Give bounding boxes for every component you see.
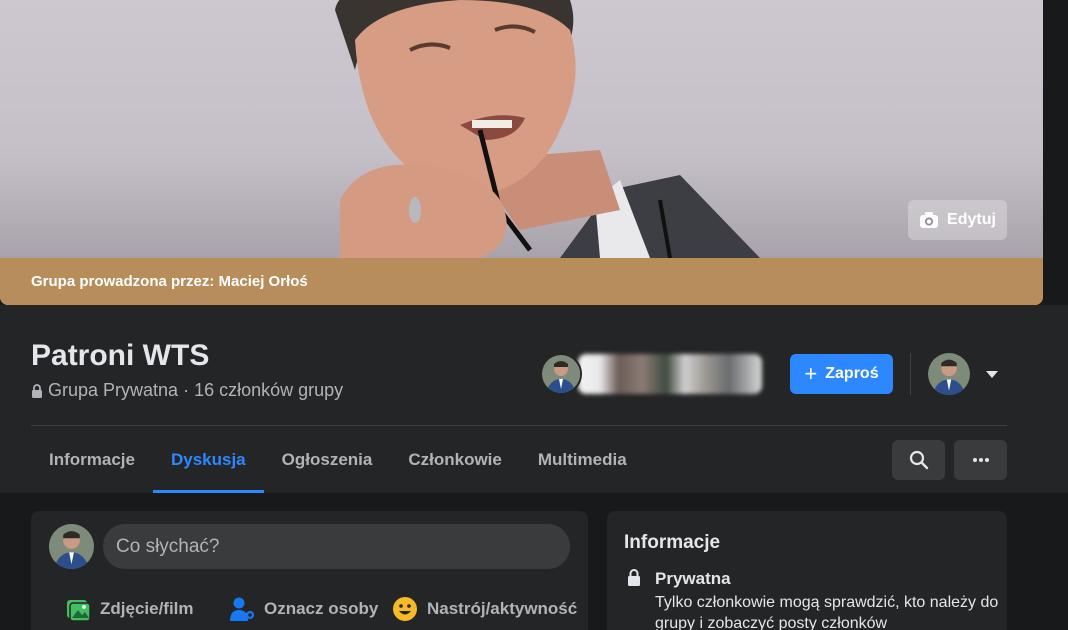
mood-icon — [393, 597, 417, 621]
post-composer: Co słychać? Zdjęcie/film Oznacz osoby Na… — [31, 511, 588, 630]
profile-menu-button[interactable] — [928, 353, 1000, 395]
tag-people-icon — [230, 597, 254, 621]
edit-cover-label: Edytuj — [947, 211, 996, 228]
cover: Edytuj Grupa prowadzona przez: Maciej Or… — [0, 0, 1043, 305]
group-title[interactable]: Patroni WTS — [31, 339, 209, 373]
mood-activity-label: Nastrój/aktywność — [427, 599, 578, 618]
photo-video-button[interactable]: Zdjęcie/film — [64, 595, 194, 623]
photo-video-label: Zdjęcie/film — [100, 599, 194, 618]
caret-down-icon — [986, 370, 998, 378]
more-button[interactable] — [954, 440, 1007, 480]
member-avatars-blurred — [578, 354, 762, 394]
tab-informacje[interactable]: Informacje — [31, 427, 153, 493]
avatar[interactable] — [540, 353, 582, 395]
group-privacy[interactable]: Grupa Prywatna — [48, 380, 178, 401]
invite-label: Zaproś — [825, 365, 879, 382]
meta-separator: · — [183, 380, 190, 400]
post-input-placeholder: Co słychać? — [116, 535, 220, 557]
group-member-count[interactable]: 16 członków grupy — [194, 380, 343, 401]
search-button[interactable] — [892, 440, 945, 480]
admin-banner: Grupa prowadzona przez: Maciej Orłoś — [0, 258, 1043, 305]
info-card: Informacje Prywatna Tylko członkowie mog… — [607, 511, 1007, 630]
avatar — [928, 353, 970, 395]
group-tabs: Informacje Dyskusja Ogłoszenia Członkowi… — [31, 427, 645, 493]
tag-people-label: Oznacz osoby — [264, 599, 379, 618]
edit-cover-button[interactable]: Edytuj — [908, 200, 1007, 240]
more-icon — [972, 458, 989, 462]
privacy-title: Prywatna — [655, 569, 731, 588]
tab-multimedia[interactable]: Multimedia — [520, 427, 645, 493]
photo-icon — [67, 600, 91, 622]
lock-icon — [628, 569, 640, 586]
info-title: Informacje — [624, 532, 721, 553]
invite-button[interactable]: + Zaproś — [790, 354, 893, 394]
header-separator — [31, 425, 1007, 426]
cover-photo — [0, 0, 1043, 258]
search-icon — [909, 450, 928, 470]
tag-people-button[interactable]: Oznacz osoby — [228, 595, 378, 623]
tab-ogloszenia[interactable]: Ogłoszenia — [264, 427, 391, 493]
admin-banner-text: Grupa prowadzona przez: Maciej Orłoś — [31, 273, 308, 290]
post-input[interactable]: Co słychać? — [103, 524, 570, 569]
mood-activity-button[interactable]: Nastrój/aktywność — [391, 595, 577, 623]
privacy-description: Tylko członkowie mogą sprawdzić, kto nal… — [655, 594, 999, 630]
member-avatars[interactable] — [540, 353, 762, 395]
group-meta: Grupa Prywatna · 16 członków grupy — [31, 380, 343, 401]
cover-portrait — [335, 0, 760, 258]
camera-icon — [920, 212, 939, 228]
plus-icon: + — [804, 361, 818, 386]
tab-dyskusja[interactable]: Dyskusja — [152, 427, 264, 493]
group-header: Patroni WTS Grupa Prywatna · 16 członków… — [0, 305, 1068, 493]
header-divider — [910, 353, 911, 395]
avatar[interactable] — [49, 524, 94, 569]
tab-czlonkowie[interactable]: Członkowie — [390, 427, 520, 493]
lock-icon — [32, 383, 42, 398]
